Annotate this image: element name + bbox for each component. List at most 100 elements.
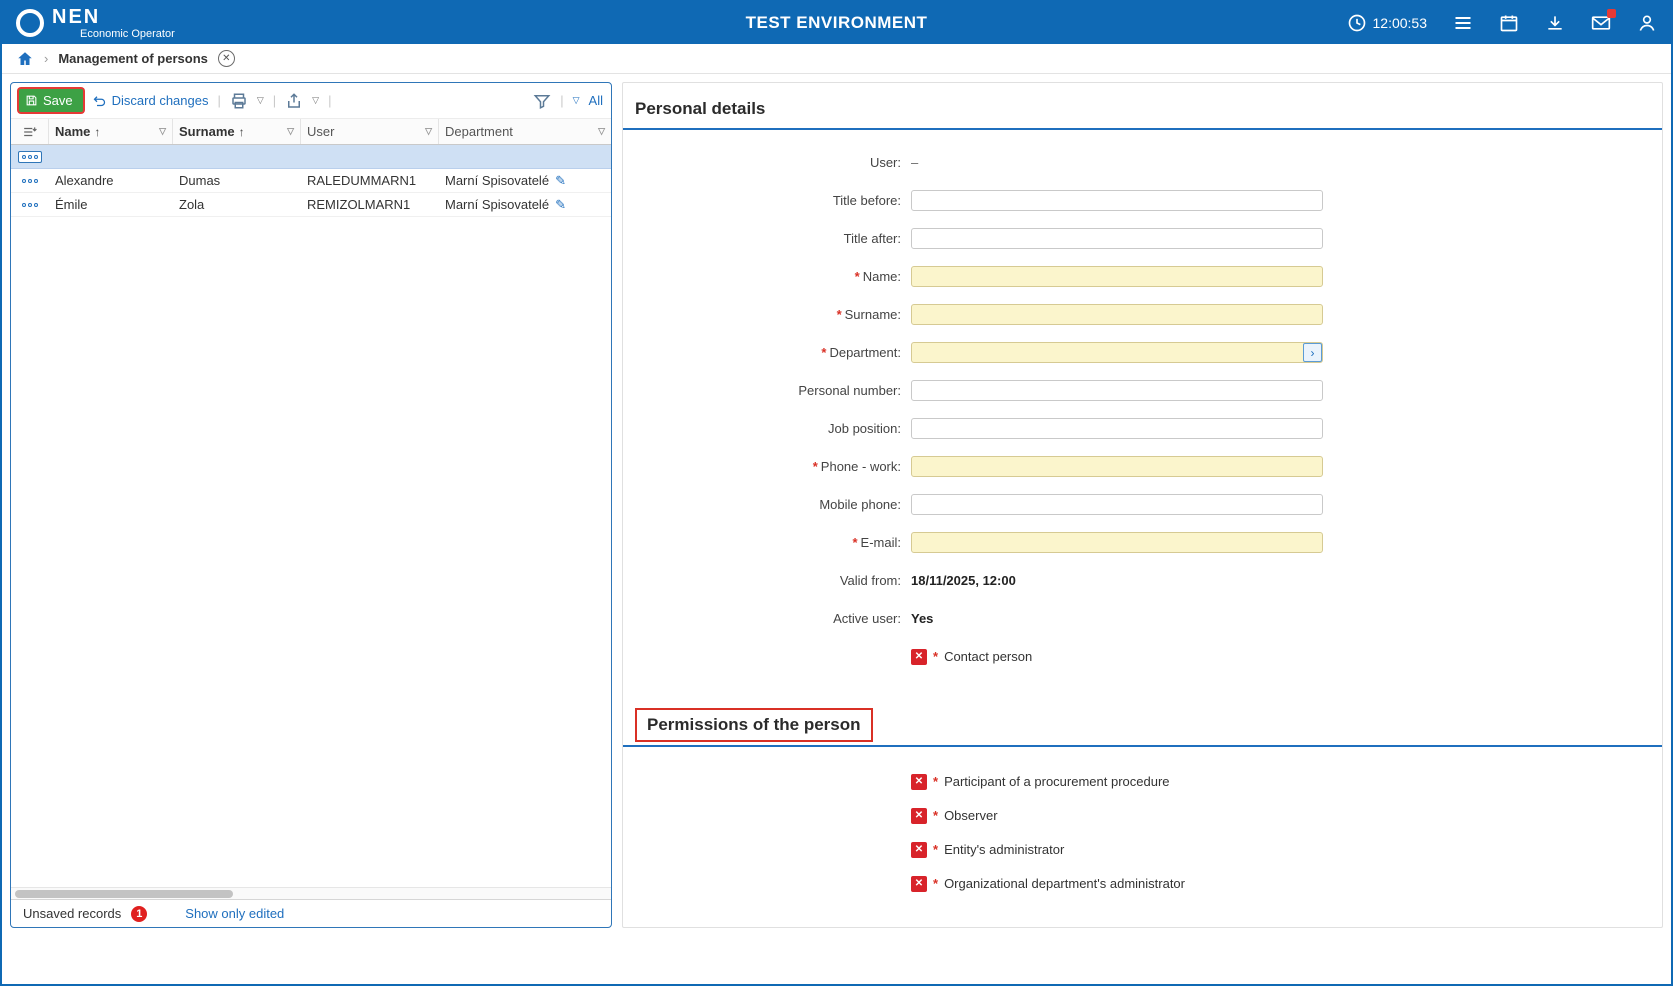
save-button[interactable]: Save <box>19 89 83 112</box>
required-marker: * <box>933 876 938 891</box>
view-filter-caret-icon[interactable]: ▽ <box>573 95 580 106</box>
discard-changes-button[interactable]: Discard changes <box>92 93 209 108</box>
scrollbar-thumb[interactable] <box>15 890 233 898</box>
field-row-valid-from: Valid from: 18/11/2025, 12:00 <box>623 570 1662 591</box>
permission-row-observer: ✕ * Observer <box>911 805 1662 826</box>
column-header-user[interactable]: User ▽ <box>301 119 439 144</box>
required-marker: * <box>821 345 826 360</box>
column-filter-icon[interactable]: ▽ <box>159 126 166 137</box>
export-icon[interactable] <box>285 92 303 110</box>
row-settings-icon[interactable] <box>11 119 49 144</box>
field-row-user: User: – <box>623 152 1662 173</box>
phone-work-input[interactable] <box>911 456 1323 477</box>
field-row-active-user: Active user: Yes <box>623 608 1662 629</box>
field-row-phone-work: *Phone - work: <box>623 456 1662 477</box>
field-row-personal-number: Personal number: <box>623 380 1662 401</box>
save-button-label: Save <box>43 93 73 108</box>
mobile-phone-input[interactable] <box>911 494 1323 515</box>
permission-label: Entity's administrator <box>944 842 1064 857</box>
participant-checkbox[interactable]: ✕ <box>911 774 927 790</box>
personal-number-input[interactable] <box>911 380 1323 401</box>
view-all-button[interactable]: All <box>589 93 603 108</box>
edit-department-icon[interactable]: ✎ <box>555 173 566 189</box>
breadcrumb: › Management of persons ✕ <box>2 44 1671 74</box>
save-icon <box>25 94 38 107</box>
required-marker: * <box>933 649 938 664</box>
org-dept-admin-checkbox[interactable]: ✕ <box>911 876 927 892</box>
row-menu-icon[interactable] <box>22 203 38 207</box>
entity-admin-checkbox[interactable]: ✕ <box>911 842 927 858</box>
required-marker: * <box>933 808 938 823</box>
cell-surname: Dumas <box>173 173 301 188</box>
field-label: E-mail: <box>861 535 901 550</box>
toolbar-separator: | <box>328 93 331 108</box>
column-header-surname[interactable]: Surname ↑ ▽ <box>173 119 301 144</box>
grid-empty-area <box>11 217 611 887</box>
sort-asc-icon[interactable]: ↑ <box>94 125 100 139</box>
filter-icon[interactable] <box>533 92 551 110</box>
field-label: Name: <box>863 269 901 284</box>
required-marker: * <box>855 269 860 284</box>
title-before-input[interactable] <box>911 190 1323 211</box>
column-filter-icon[interactable]: ▽ <box>425 126 432 137</box>
show-only-edited-link[interactable]: Show only edited <box>185 906 284 921</box>
column-filter-icon[interactable]: ▽ <box>287 126 294 137</box>
column-header-department[interactable]: Department ▽ <box>439 119 611 144</box>
breadcrumb-page-title: Management of persons <box>58 51 208 66</box>
user-icon[interactable] <box>1637 13 1657 33</box>
mail-icon[interactable] <box>1591 13 1611 33</box>
grid-row-new-selected[interactable] <box>11 145 611 169</box>
department-lookup-chevron-icon[interactable]: › <box>1303 343 1322 362</box>
horizontal-scrollbar[interactable] <box>11 887 611 899</box>
job-position-input[interactable] <box>911 418 1323 439</box>
field-row-name: *Name: <box>623 266 1662 287</box>
row-menu-icon[interactable] <box>22 179 38 183</box>
download-icon[interactable] <box>1545 13 1565 33</box>
cell-department: Marní Spisovatelé <box>445 173 549 188</box>
field-row-surname: *Surname: <box>623 304 1662 325</box>
required-marker: * <box>852 535 857 550</box>
field-row-department: *Department: › <box>623 342 1662 363</box>
column-header-name[interactable]: Name ↑ ▽ <box>49 119 173 144</box>
print-icon[interactable] <box>230 92 248 110</box>
clock: 12:00:53 <box>1347 13 1428 33</box>
menu-icon[interactable] <box>1453 13 1473 33</box>
valid-from-value: 18/11/2025, 12:00 <box>911 573 1016 588</box>
field-label: Active user: <box>833 611 901 626</box>
cell-name: Alexandre <box>49 173 173 188</box>
observer-checkbox[interactable]: ✕ <box>911 808 927 824</box>
column-label: User <box>307 124 334 139</box>
name-input[interactable] <box>911 266 1323 287</box>
permission-label: Organizational department's administrato… <box>944 876 1185 891</box>
grid-row[interactable]: Émile Zola REMIZOLMARN1 Marní Spisovatel… <box>11 193 611 217</box>
contact-person-checkbox[interactable]: ✕ <box>911 649 927 665</box>
current-time: 12:00:53 <box>1373 15 1428 31</box>
edit-department-icon[interactable]: ✎ <box>555 197 566 213</box>
home-icon[interactable] <box>16 50 34 68</box>
permission-label: Participant of a procurement procedure <box>944 774 1169 789</box>
grid-row[interactable]: Alexandre Dumas RALEDUMMARN1 Marní Spiso… <box>11 169 611 193</box>
close-tab-icon[interactable]: ✕ <box>218 50 235 67</box>
field-row-email: * E-mail: <box>623 532 1662 553</box>
required-marker: * <box>933 774 938 789</box>
required-marker: * <box>933 842 938 857</box>
field-label: Job position: <box>828 421 901 436</box>
email-input[interactable] <box>911 532 1323 553</box>
field-row-title-before: Title before: <box>623 190 1662 211</box>
department-input[interactable] <box>911 342 1323 363</box>
print-options-caret-icon[interactable]: ▽ <box>257 95 264 106</box>
field-label: Mobile phone: <box>819 497 901 512</box>
sort-asc-icon[interactable]: ↑ <box>239 125 245 139</box>
title-after-input[interactable] <box>911 228 1323 249</box>
brand: NEN Economic Operator <box>16 7 175 40</box>
toolbar-separator: | <box>560 93 563 108</box>
permissions-section: Permissions of the person ✕ * Participan… <box>623 701 1662 894</box>
column-filter-icon[interactable]: ▽ <box>598 126 605 137</box>
calendar-icon[interactable] <box>1499 13 1519 33</box>
export-options-caret-icon[interactable]: ▽ <box>312 95 319 106</box>
row-menu-icon[interactable] <box>18 151 42 163</box>
brand-subtitle: Economic Operator <box>80 29 175 40</box>
surname-input[interactable] <box>911 304 1323 325</box>
contact-person-label: Contact person <box>944 649 1032 664</box>
grid-footer: Unsaved records 1 Show only edited <box>11 899 611 927</box>
